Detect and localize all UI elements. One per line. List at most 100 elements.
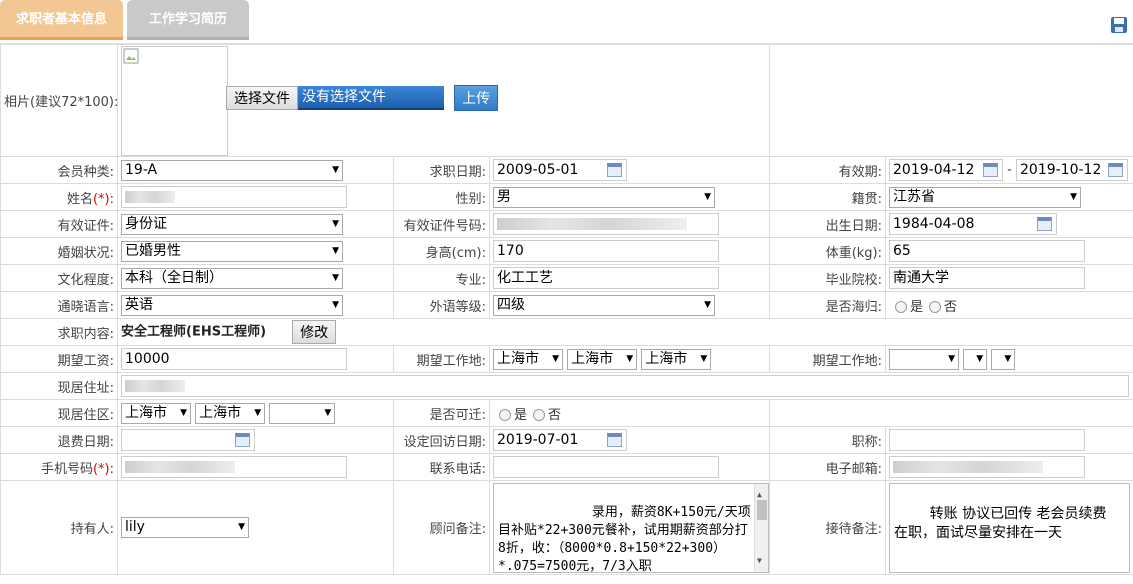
phone-input[interactable]	[493, 456, 719, 478]
tab-bar: 求职者基本信息 工作学习简历	[0, 0, 1133, 44]
scrollbar[interactable]: ▲ ▼	[754, 483, 768, 572]
language-select[interactable]: 英语	[121, 294, 343, 316]
overseas-yes-radio[interactable]	[895, 301, 908, 313]
photo-label: 相片(建议72*100):	[0, 44, 118, 157]
education-select[interactable]: 本科（全日制）	[121, 267, 343, 289]
height-label: 身高(cm):	[393, 237, 490, 265]
area-city-select[interactable]: 上海市	[195, 402, 266, 424]
salary-input[interactable]: 10000	[121, 348, 347, 370]
relocate-yes-label: 是	[514, 407, 528, 423]
id-type-select[interactable]: 身份证	[121, 213, 343, 235]
scroll-down-icon[interactable]: ▼	[757, 552, 762, 570]
weight-input[interactable]: 65	[889, 240, 1086, 262]
valid-from-value: 2019-04-12	[893, 162, 975, 178]
required-mark: (*)	[92, 461, 110, 477]
origin-select[interactable]: 江苏省	[889, 186, 1082, 208]
area-district-select[interactable]	[269, 402, 336, 424]
redacted-address	[125, 380, 185, 392]
mobile-label-text: 手机号码	[40, 461, 93, 477]
valid-from-input[interactable]: 2019-04-12	[889, 159, 1004, 181]
education-label: 文化程度:	[0, 264, 118, 292]
address-input[interactable]	[121, 375, 1129, 397]
redacted-id-number	[497, 218, 687, 230]
valid-to-value: 2019-10-12	[1020, 162, 1102, 178]
exp-city-select[interactable]: 上海市	[567, 348, 638, 370]
modify-button[interactable]: 修改	[292, 320, 337, 344]
refund-date-label: 退费日期:	[0, 426, 118, 454]
job-date-input[interactable]: 2009-05-01	[493, 159, 627, 181]
area-province-select[interactable]: 上海市	[121, 402, 191, 424]
visit-date-input[interactable]: 2019-07-01	[493, 429, 627, 451]
name-label-colon: :	[109, 191, 114, 207]
exp2-city-select[interactable]	[963, 348, 988, 370]
scroll-thumb[interactable]	[757, 499, 767, 520]
major-input[interactable]: 化工工艺	[493, 267, 719, 289]
birth-date-label: 出生日期:	[769, 210, 887, 238]
redacted-name	[125, 191, 175, 203]
calendar-icon[interactable]	[607, 433, 622, 447]
id-number-input[interactable]	[493, 213, 719, 235]
calendar-icon[interactable]	[1108, 163, 1123, 177]
overseas-no-radio[interactable]	[929, 301, 942, 313]
gender-select[interactable]: 男	[493, 186, 715, 208]
height-input[interactable]: 170	[493, 240, 719, 262]
mobile-input[interactable]	[121, 456, 347, 478]
job-title-input[interactable]	[889, 429, 1086, 451]
relocate-yes-radio[interactable]	[499, 409, 511, 421]
reception-note-textarea[interactable]: 转账 协议已回传 老会员续费 在职，面试尽量安排在一天	[889, 482, 1131, 573]
member-type-select[interactable]: 19-A	[121, 159, 343, 181]
calendar-icon[interactable]	[983, 163, 999, 177]
holder-select[interactable]: lily	[121, 517, 249, 538]
save-icon[interactable]	[1110, 16, 1128, 34]
calendar-icon[interactable]	[235, 433, 250, 447]
exp-district-select[interactable]: 上海市	[641, 348, 712, 370]
tab-basic-info[interactable]: 求职者基本信息	[0, 0, 123, 40]
language-level-select[interactable]: 四级	[493, 294, 715, 316]
address-label: 现居住址:	[0, 372, 118, 400]
tab-work-history[interactable]: 工作学习简历	[127, 0, 249, 40]
phone-label: 联系电话:	[393, 453, 490, 481]
language-level-label: 外语等级:	[393, 291, 490, 319]
exp2-district-select[interactable]	[991, 348, 1016, 370]
name-label-text: 姓名	[66, 191, 93, 207]
consultant-note-label: 顾问备注:	[393, 480, 490, 575]
exp2-province-select[interactable]	[889, 348, 960, 370]
redacted-email	[893, 461, 1044, 473]
visit-date-label: 设定回访日期:	[393, 426, 490, 454]
relocate-no-radio[interactable]	[533, 409, 546, 421]
broken-image-icon	[123, 48, 139, 64]
upload-button[interactable]: 上传	[454, 85, 499, 111]
birth-date-input[interactable]: 1984-04-08	[889, 213, 1058, 235]
job-title-label: 职称:	[769, 426, 887, 454]
photo-placeholder	[121, 46, 228, 156]
overseas-label: 是否海归:	[769, 291, 887, 319]
weight-label: 体重(kg):	[769, 237, 887, 265]
redacted-mobile	[125, 461, 235, 473]
salary-label: 期望工资:	[0, 345, 118, 373]
calendar-icon[interactable]	[1037, 217, 1053, 231]
valid-to-input[interactable]: 2019-10-12	[1016, 159, 1128, 181]
holder-label: 持有人:	[0, 480, 118, 575]
required-mark: (*)	[92, 191, 110, 207]
calendar-icon[interactable]	[607, 163, 622, 177]
marital-select[interactable]: 已婚男性	[121, 240, 343, 262]
job-content-label: 求职内容:	[0, 318, 118, 346]
valid-range-separator: -	[1007, 162, 1012, 178]
email-input[interactable]	[889, 456, 1086, 478]
school-input[interactable]: 南通大学	[889, 267, 1086, 289]
exp-province-select[interactable]: 上海市	[493, 348, 563, 370]
name-label: 姓名(*):	[0, 183, 118, 211]
name-input[interactable]	[121, 186, 347, 208]
id-number-label: 有效证件号码:	[393, 210, 490, 238]
applicant-form: 相片(建议72*100): 选择文件没有选择文件 上传 会员种类: 19-A 求…	[0, 44, 1133, 575]
valid-period-label: 有效期:	[769, 156, 887, 184]
overseas-no-label: 否	[944, 299, 958, 315]
gender-label: 性别:	[393, 183, 490, 211]
job-content-value: 安全工程师(EHS工程师)	[121, 324, 267, 340]
consultant-note-textarea[interactable]: 录用，薪资8K+150元/天项目补贴*22+300元餐补，试用期薪资部分打8折，…	[493, 482, 769, 573]
refund-date-input[interactable]	[121, 429, 255, 451]
choose-file-button[interactable]: 选择文件	[226, 86, 298, 110]
file-name-display: 没有选择文件	[298, 86, 444, 110]
birth-date-value: 1984-04-08	[893, 216, 975, 232]
exp-location-label: 期望工作地:	[393, 345, 490, 373]
